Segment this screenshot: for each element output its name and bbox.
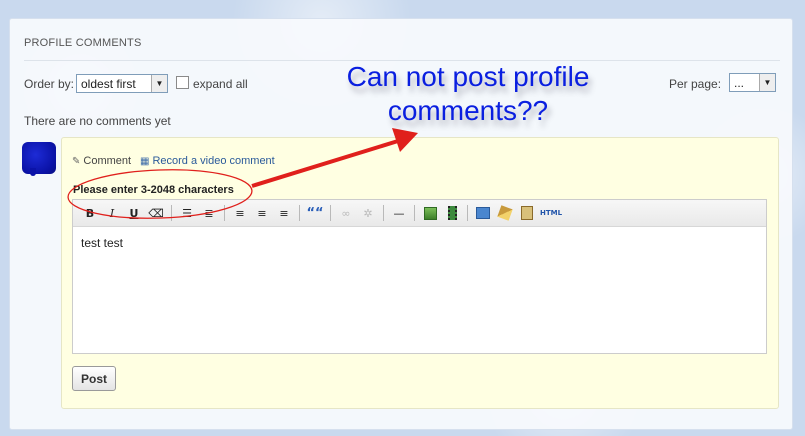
annotation-callout: Can not post profile comments?? bbox=[312, 60, 624, 128]
highlight-ellipse bbox=[67, 169, 253, 219]
annotation-arrow-line bbox=[251, 139, 399, 188]
annotation-line-2: comments?? bbox=[387, 95, 549, 126]
annotation-line-1: Can not post profile bbox=[346, 61, 590, 92]
